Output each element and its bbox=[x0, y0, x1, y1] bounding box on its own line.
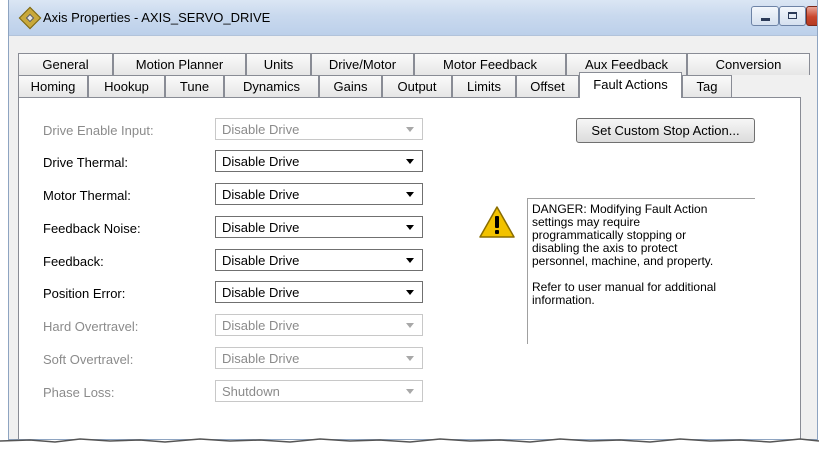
refer-line: Refer to user manual for additional bbox=[532, 280, 717, 294]
feedback-noise-label: Feedback Noise: bbox=[43, 221, 141, 236]
set-custom-stop-action-button[interactable]: Set Custom Stop Action... bbox=[576, 118, 755, 143]
window-title: Axis Properties - AXIS_SERVO_DRIVE bbox=[43, 10, 271, 25]
position-error-value: Disable Drive bbox=[222, 285, 300, 300]
tab-homing[interactable]: Homing bbox=[18, 75, 88, 97]
danger-paragraph: DANGER: Modifying Fault Action settings … bbox=[532, 203, 755, 268]
minimize-button[interactable] bbox=[751, 6, 779, 26]
chevron-down-icon bbox=[406, 127, 414, 132]
hard-overtravel-select: Disable Drive bbox=[215, 314, 423, 336]
position-error-label: Position Error: bbox=[43, 286, 126, 301]
danger-line: personnel, machine, and property. bbox=[532, 254, 714, 268]
maximize-button[interactable] bbox=[779, 6, 806, 26]
chevron-down-icon bbox=[406, 323, 414, 328]
phase-loss-label: Phase Loss: bbox=[43, 385, 115, 400]
drive-thermal-label: Drive Thermal: bbox=[43, 155, 129, 170]
phase-loss-value: Shutdown bbox=[222, 384, 280, 399]
soft-overtravel-select: Disable Drive bbox=[215, 347, 423, 369]
app-icon bbox=[18, 6, 42, 30]
tab-conversion[interactable]: Conversion bbox=[687, 53, 810, 75]
drive-enable-input-value: Disable Drive bbox=[222, 122, 300, 137]
chevron-down-icon[interactable] bbox=[406, 192, 414, 197]
tab-row-2: Homing Hookup Tune Dynamics Gains Output… bbox=[18, 72, 817, 98]
feedback-label: Feedback: bbox=[43, 254, 104, 269]
feedback-select[interactable]: Disable Drive bbox=[215, 249, 423, 271]
feedback-noise-select[interactable]: Disable Drive bbox=[215, 216, 423, 238]
refer-paragraph: Refer to user manual for additional info… bbox=[532, 281, 755, 307]
motor-thermal-label: Motor Thermal: bbox=[43, 188, 131, 203]
phase-loss-select: Shutdown bbox=[215, 380, 423, 402]
tab-tag[interactable]: Tag bbox=[682, 75, 732, 97]
danger-line: disabling the axis to protect bbox=[532, 241, 678, 255]
feedback-noise-value: Disable Drive bbox=[222, 220, 300, 235]
tab-hookup[interactable]: Hookup bbox=[88, 75, 165, 97]
axis-properties-window: Axis Properties - AXIS_SERVO_DRIVE X Gen… bbox=[8, 0, 818, 440]
tab-row-1: General Motion Planner Units Drive/Motor… bbox=[18, 53, 817, 75]
tab-units[interactable]: Units bbox=[246, 53, 311, 75]
drive-thermal-select[interactable]: Disable Drive bbox=[215, 150, 423, 172]
drive-thermal-value: Disable Drive bbox=[222, 154, 300, 169]
motor-thermal-value: Disable Drive bbox=[222, 187, 300, 202]
chevron-down-icon[interactable] bbox=[406, 225, 414, 230]
maximize-icon bbox=[788, 12, 797, 19]
position-error-select[interactable]: Disable Drive bbox=[215, 281, 423, 303]
chevron-down-icon[interactable] bbox=[406, 290, 414, 295]
chevron-down-icon bbox=[406, 389, 414, 394]
drive-enable-input-label: Drive Enable Input: bbox=[43, 123, 154, 138]
chevron-down-icon[interactable] bbox=[406, 159, 414, 164]
hard-overtravel-label: Hard Overtravel: bbox=[43, 319, 139, 334]
refer-line: information. bbox=[532, 293, 595, 307]
tab-general[interactable]: General bbox=[18, 53, 113, 75]
chevron-down-icon[interactable] bbox=[406, 258, 414, 263]
danger-line: programmatically stopping or bbox=[532, 228, 687, 242]
close-button[interactable]: X bbox=[806, 6, 817, 26]
drive-enable-input-select: Disable Drive bbox=[215, 118, 423, 140]
tab-dynamics[interactable]: Dynamics bbox=[224, 75, 319, 97]
feedback-value: Disable Drive bbox=[222, 253, 300, 268]
chevron-down-icon bbox=[406, 356, 414, 361]
tab-offset[interactable]: Offset bbox=[516, 75, 579, 97]
tab-fault-actions[interactable]: Fault Actions bbox=[579, 72, 682, 98]
danger-message: DANGER: Modifying Fault Action settings … bbox=[527, 198, 755, 344]
tab-motion-planner[interactable]: Motion Planner bbox=[113, 53, 246, 75]
tab-drive-motor[interactable]: Drive/Motor bbox=[311, 53, 414, 75]
warning-triangle-icon bbox=[479, 206, 515, 238]
tab-output[interactable]: Output bbox=[382, 75, 452, 97]
title-bar[interactable]: Axis Properties - AXIS_SERVO_DRIVE X bbox=[9, 0, 817, 36]
danger-line: DANGER: Modifying Fault Action bbox=[532, 202, 708, 216]
soft-overtravel-value: Disable Drive bbox=[222, 351, 300, 366]
fault-actions-panel: Drive Enable Input: Disable Drive Drive … bbox=[18, 97, 801, 439]
tab-motor-feedback[interactable]: Motor Feedback bbox=[414, 53, 566, 75]
torn-edge bbox=[0, 438, 819, 462]
motor-thermal-select[interactable]: Disable Drive bbox=[215, 183, 423, 205]
minimize-icon bbox=[760, 18, 770, 21]
danger-line: settings may require bbox=[532, 215, 641, 229]
hard-overtravel-value: Disable Drive bbox=[222, 318, 300, 333]
tab-gains[interactable]: Gains bbox=[319, 75, 382, 97]
tab-limits[interactable]: Limits bbox=[452, 75, 516, 97]
soft-overtravel-label: Soft Overtravel: bbox=[43, 352, 134, 367]
tab-tune[interactable]: Tune bbox=[165, 75, 224, 97]
